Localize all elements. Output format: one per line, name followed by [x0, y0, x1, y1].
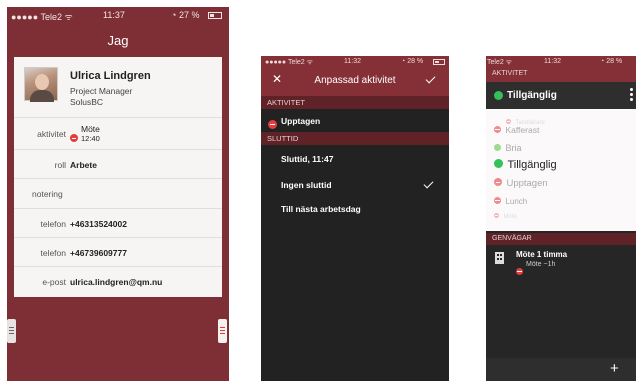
available-status-icon [494, 91, 503, 100]
right-drawer-handle[interactable] [218, 319, 227, 343]
current-activity-label: Tillgänglig [507, 90, 557, 101]
picker-option[interactable]: Upptagen [494, 173, 548, 191]
field-value: +46313524002 [70, 219, 127, 229]
activity-selector[interactable]: Upptagen [261, 109, 449, 132]
option-label: Till nästa arbetsdag [281, 204, 361, 214]
shortcut-item[interactable]: Möte 1 timma Möte ~1h [486, 245, 636, 275]
activity-picker-wheel[interactable]: Tandläkare Kafferast Bria Tillgänglig Up… [486, 109, 636, 231]
carrier-label: Tele2 ᯤ [487, 59, 513, 66]
battery-label: ◔ 28 % [401, 58, 424, 65]
busy-status-icon [268, 120, 277, 129]
phone-profile-screen: ●●●●● Tele2 ᯤ 11:37 ◔ 27 % Jag Ulrica Li… [7, 7, 229, 381]
field-label: telefon [40, 219, 66, 229]
busy-status-icon [516, 268, 523, 275]
available-status-icon [494, 144, 501, 151]
field-value: +46739609777 [70, 248, 127, 258]
page-title: Anpassad aktivitet [314, 75, 396, 86]
field-row-phone-2[interactable]: telefon +46739609777 [14, 237, 222, 266]
carrier-label: ●●●●● Tele2 ᯤ [11, 12, 73, 22]
profile-title: Project Manager [70, 86, 133, 96]
picker-option-selected[interactable]: Tillgänglig [494, 155, 557, 173]
page-title: Jag [107, 33, 129, 48]
field-row-phone-1[interactable]: telefon +46313524002 [14, 208, 222, 237]
picker-option[interactable]: Bria [494, 138, 521, 156]
clock-label: 11:32 [344, 58, 361, 65]
field-row-role[interactable]: roll Arbete [14, 149, 222, 178]
status-bar: ●●●●● Tele2 ᯤ 11:37 ◔ 27 % [7, 7, 229, 24]
profile-name: Ulrica Lindgren [70, 70, 151, 82]
option-label: Ingen sluttid [281, 180, 332, 190]
no-end-time-option[interactable]: Ingen sluttid [261, 171, 449, 197]
field-label: aktivitet [37, 129, 66, 139]
shortcut-title: Möte 1 timma [516, 250, 568, 259]
field-row-note[interactable]: notering [14, 178, 222, 208]
profile-company: SolusBC [70, 97, 104, 107]
field-subvalue: 12:40 [81, 134, 100, 143]
selected-check-icon [423, 178, 434, 189]
battery-icon [433, 59, 445, 65]
picker-option[interactable]: Möte [494, 205, 517, 223]
field-label: e-post [42, 277, 66, 287]
battery-label: ◔ 27 % [171, 10, 200, 20]
picker-option[interactable]: Kafferast [494, 120, 539, 138]
shortcut-subtitle: Möte ~1h [526, 261, 556, 268]
carrier-label: ●●●●● Tele2 ᯤ [265, 59, 314, 66]
field-row-email[interactable]: e-post ulrica.lindgren@qm.nu [14, 266, 222, 297]
option-label: Sluttid, 11:47 [281, 154, 334, 164]
busy-status-icon [494, 178, 502, 186]
phone-activity-picker-screen: Tele2 ᯤ 11:32 ◔ 28 % AKTIVITET Tillgängl… [486, 56, 636, 381]
field-label: telefon [40, 248, 66, 258]
left-drawer-handle[interactable] [7, 319, 16, 343]
section-header-end-time: SLUTTID [261, 132, 449, 145]
add-icon[interactable]: + [610, 360, 619, 377]
more-menu-icon[interactable] [630, 88, 633, 102]
field-value: Möte [81, 124, 100, 134]
activity-value: Upptagen [281, 116, 321, 126]
field-label: notering [32, 189, 63, 199]
section-header-shortcuts: GENVÄGAR [486, 233, 636, 245]
avatar[interactable] [24, 67, 58, 102]
busy-status-icon [494, 197, 501, 204]
bottom-bar: + [486, 358, 636, 381]
clock-label: 11:32 [544, 58, 561, 65]
current-activity-bar[interactable]: Tillgänglig [486, 82, 636, 109]
field-label: roll [54, 160, 66, 170]
battery-label: ◔ 28 % [600, 58, 623, 65]
busy-status-icon [70, 134, 78, 142]
battery-icon [208, 12, 222, 19]
next-workday-option[interactable]: Till nästa arbetsdag [261, 197, 449, 223]
field-value: ulrica.lindgren@qm.nu [70, 277, 163, 287]
available-status-icon [494, 159, 503, 168]
building-icon [495, 252, 504, 264]
field-row-activity[interactable]: aktivitet Möte 12:40 [14, 117, 222, 149]
section-header-activity: AKTIVITET [492, 70, 528, 77]
busy-status-icon [494, 126, 501, 133]
clock-label: 11:37 [103, 10, 125, 20]
field-value: Arbete [70, 160, 97, 170]
phone-custom-activity-screen: ●●●●● Tele2 ᯤ 11:32 ◔ 28 % ✕ Anpassad ak… [261, 56, 449, 381]
section-header-activity: AKTIVITET [261, 96, 449, 109]
end-time-option[interactable]: Sluttid, 11:47 [261, 145, 449, 171]
profile-card: Ulrica Lindgren Project Manager SolusBC … [14, 57, 222, 297]
status-bar: Tele2 ᯤ 11:32 ◔ 28 % AKTIVITET [486, 56, 636, 82]
